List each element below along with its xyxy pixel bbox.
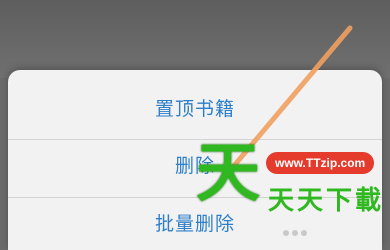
watermark-url: www.TTzip.com	[266, 152, 375, 174]
page-indicator-icon	[283, 230, 307, 236]
watermark-logo: 天	[196, 137, 260, 211]
watermark: 天 www.TTzip.com 天天下載	[196, 142, 386, 232]
watermark-name: 天天下載	[268, 186, 385, 216]
